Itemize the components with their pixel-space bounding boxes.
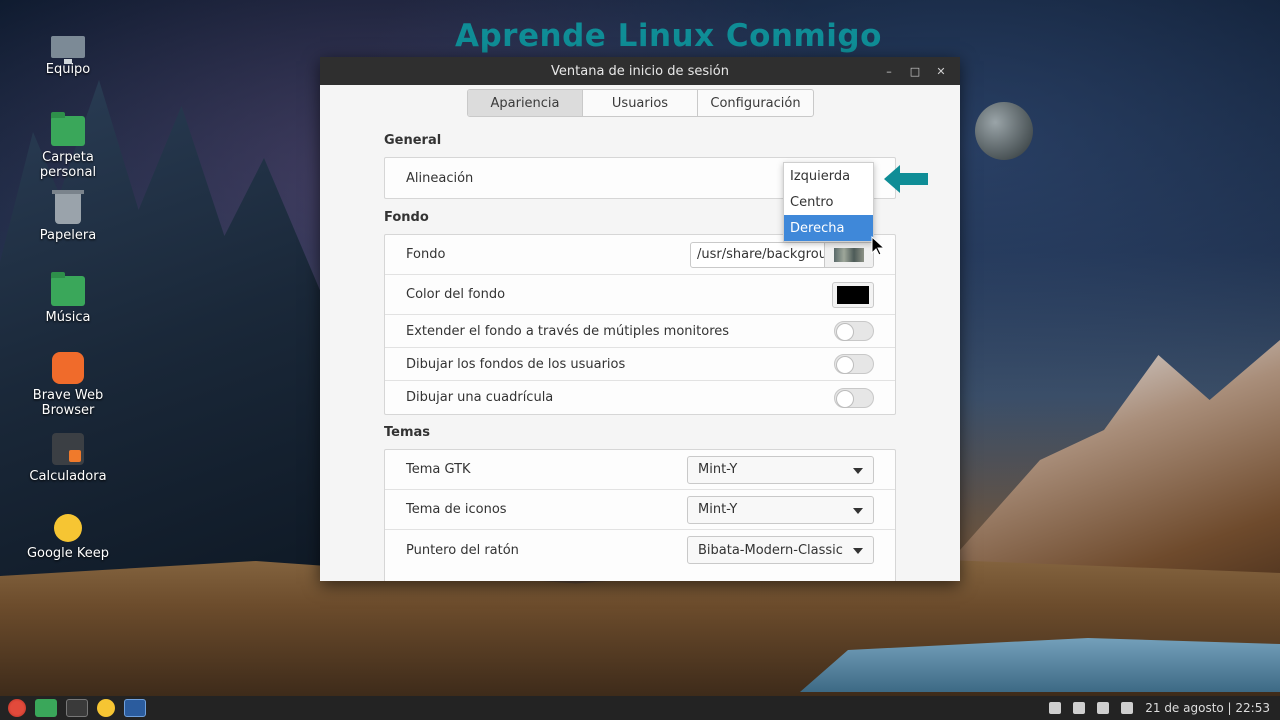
section-title-temas: Temas xyxy=(384,425,431,440)
puntero-raton-label: Puntero del ratón xyxy=(406,542,519,558)
tema-iconos-select[interactable]: Mint-Y xyxy=(687,495,874,524)
tab-configuracion[interactable]: Configuración xyxy=(698,90,813,116)
printer-icon[interactable] xyxy=(1073,702,1086,714)
network-icon[interactable] xyxy=(1097,702,1110,714)
desktop-icon-label: Equipo xyxy=(45,62,91,77)
fondo-label: Fondo xyxy=(406,247,446,262)
desktop-icon-carpeta-personal[interactable]: Carpeta personal xyxy=(13,112,123,180)
close-button[interactable]: ✕ xyxy=(932,63,950,79)
desktop-icon-papelera[interactable]: Papelera xyxy=(13,190,123,243)
background-color-button[interactable] xyxy=(832,281,874,308)
desktop-icon-label: Google Keep xyxy=(26,546,110,561)
brave-browser-icon xyxy=(52,352,84,384)
volume-icon[interactable] xyxy=(1121,702,1134,714)
start-menu-icon[interactable] xyxy=(8,699,26,717)
tema-gtk-select[interactable]: Mint-Y xyxy=(687,455,874,484)
window-titlebar[interactable]: Ventana de inicio de sesión – □ ✕ xyxy=(320,57,960,85)
watermark-text: Aprende Linux Conmigo xyxy=(455,18,882,54)
desktop-icon-musica[interactable]: Música xyxy=(13,272,123,325)
tab-bar: Apariencia Usuarios Configuración xyxy=(467,89,814,117)
login-window-taskbar-icon[interactable] xyxy=(124,699,146,717)
dropdown-arrow-icon xyxy=(853,467,863,474)
desktop-icon-google-keep[interactable]: Google Keep xyxy=(13,514,123,561)
music-folder-icon xyxy=(51,272,85,306)
panel-temas: Tema GTK Mint-Y Tema de iconos Mint-Y Pu… xyxy=(384,449,896,581)
tema-iconos-value: Mint-Y xyxy=(698,502,738,517)
section-title-fondo: Fondo xyxy=(384,210,429,225)
row-extender-fondo: Extender el fondo a través de mútiples m… xyxy=(385,315,895,348)
login-window-settings: Ventana de inicio de sesión – □ ✕ Aparie… xyxy=(320,57,960,581)
cuadricula-label: Dibujar una cuadrícula xyxy=(406,390,554,405)
trash-icon xyxy=(52,190,84,224)
google-keep-taskbar-icon[interactable] xyxy=(97,699,115,717)
mouse-pointer-icon xyxy=(871,236,885,256)
extender-fondo-toggle[interactable] xyxy=(834,321,874,341)
row-color-fondo: Color del fondo xyxy=(385,275,895,315)
desktop-icon-label: Papelera xyxy=(39,228,97,243)
desktop-icon-label: Música xyxy=(45,310,91,325)
row-puntero-raton: Puntero del ratón Bibata-Modern-Classic xyxy=(385,530,895,570)
panel-fondo: Fondo /usr/share/backgrounds Color del f… xyxy=(384,234,896,415)
minimize-button[interactable]: – xyxy=(880,63,898,79)
tab-apariencia[interactable]: Apariencia xyxy=(468,90,583,116)
desktop-icon-label: Calculadora xyxy=(29,469,107,484)
puntero-raton-value: Bibata-Modern-Classic xyxy=(698,542,843,558)
tab-usuarios[interactable]: Usuarios xyxy=(583,90,698,116)
file-manager-icon[interactable] xyxy=(35,699,57,717)
fondos-usuarios-toggle[interactable] xyxy=(834,354,874,374)
background-path-text: /usr/share/backgrounds xyxy=(697,247,825,262)
desktop-icon-label: Carpeta personal xyxy=(39,150,97,180)
background-thumbnail xyxy=(824,242,873,267)
google-keep-icon xyxy=(54,514,82,542)
terminal-icon[interactable] xyxy=(66,699,88,717)
row-cuadricula: Dibujar una cuadrícula xyxy=(385,381,895,414)
alineacion-dropdown-menu: Izquierda Centro Derecha xyxy=(783,162,874,242)
tema-gtk-label: Tema GTK xyxy=(406,462,471,477)
clock-datetime[interactable]: 21 de agosto | 22:53 xyxy=(1145,701,1270,715)
desktop-icon-brave[interactable]: Brave Web Browser xyxy=(13,352,123,418)
desktop-icon-calculadora[interactable]: Calculadora xyxy=(13,433,123,484)
color-fondo-label: Color del fondo xyxy=(406,287,506,302)
color-swatch xyxy=(837,285,869,304)
fondos-usuarios-label: Dibujar los fondos de los usuarios xyxy=(406,356,626,372)
tema-gtk-value: Mint-Y xyxy=(698,462,738,477)
background-file-chooser[interactable]: /usr/share/backgrounds xyxy=(690,241,874,268)
desktop-icon-equipo[interactable]: Equipo xyxy=(13,32,123,77)
computer-icon xyxy=(51,36,85,64)
window-title: Ventana de inicio de sesión xyxy=(551,63,729,79)
alineacion-option-centro[interactable]: Centro xyxy=(784,189,873,215)
home-folder-icon xyxy=(51,112,85,146)
desktop-icon-label: Brave Web Browser xyxy=(32,388,104,418)
alineacion-option-derecha[interactable]: Derecha xyxy=(784,215,873,241)
system-tray: 21 de agosto | 22:53 xyxy=(1049,696,1270,720)
row-fondos-usuarios: Dibujar los fondos de los usuarios xyxy=(385,348,895,381)
shield-icon[interactable] xyxy=(1049,702,1062,714)
calculator-icon xyxy=(52,433,84,465)
dropdown-arrow-icon xyxy=(853,548,863,554)
wallpaper-moon xyxy=(975,102,1033,160)
maximize-button[interactable]: □ xyxy=(906,63,924,79)
row-tema-iconos: Tema de iconos Mint-Y xyxy=(385,490,895,530)
taskbar: 21 de agosto | 22:53 xyxy=(0,696,1280,720)
alineacion-option-izquierda[interactable]: Izquierda xyxy=(784,163,873,189)
extender-fondo-label: Extender el fondo a través de mútiples m… xyxy=(406,323,730,339)
tema-iconos-label: Tema de iconos xyxy=(406,502,507,517)
cuadricula-toggle[interactable] xyxy=(834,387,874,408)
puntero-raton-select[interactable]: Bibata-Modern-Classic xyxy=(687,536,874,564)
annotation-arrow-icon xyxy=(884,165,928,193)
alineacion-label: Alineación xyxy=(406,170,474,186)
section-title-general: General xyxy=(384,133,442,148)
row-tema-gtk: Tema GTK Mint-Y xyxy=(385,450,895,490)
dropdown-arrow-icon xyxy=(853,507,863,514)
